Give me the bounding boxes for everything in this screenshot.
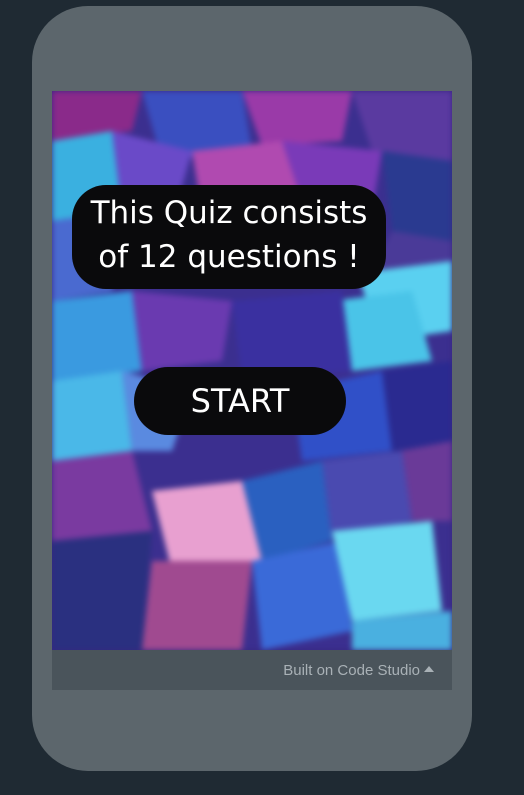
- footer-bar: Built on Code Studio: [52, 650, 452, 690]
- built-on-label: Built on Code Studio: [283, 662, 420, 679]
- app-screen: This Quiz consists of 12 questions ! STA…: [52, 91, 452, 650]
- phone-frame: This Quiz consists of 12 questions ! STA…: [32, 6, 472, 771]
- quiz-info-label: This Quiz consists of 12 questions !: [72, 185, 386, 289]
- built-on-code-studio-link[interactable]: Built on Code Studio: [283, 662, 434, 679]
- caret-up-icon: [424, 666, 434, 672]
- start-button[interactable]: START: [134, 367, 346, 435]
